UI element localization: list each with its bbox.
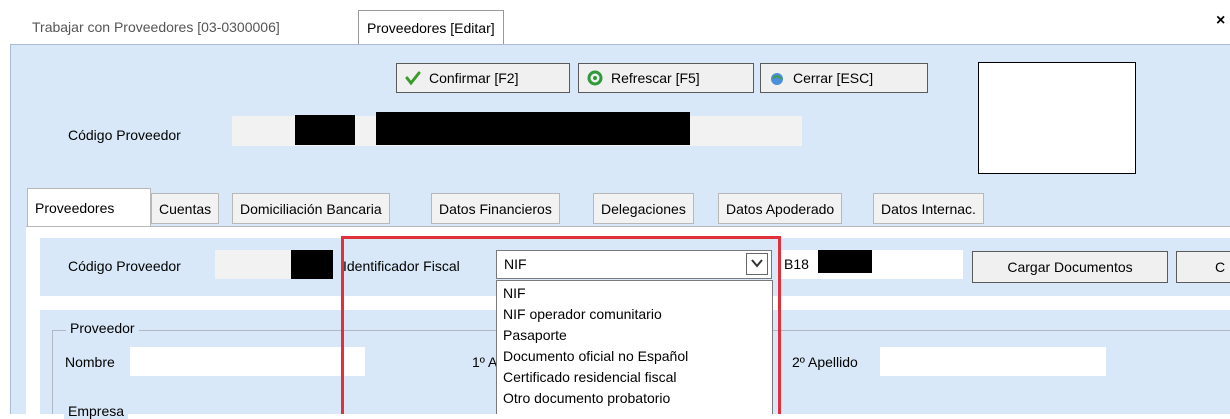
tab-trabajar-con-proveedores[interactable]: Trabajar con Proveedores [03-0300006] — [22, 10, 290, 44]
tab-delegaciones[interactable]: Delegaciones — [593, 193, 694, 224]
truncated-button[interactable]: C — [1176, 251, 1230, 283]
tab-datos-internac[interactable]: Datos Internac. — [873, 193, 984, 224]
redaction-block — [818, 250, 872, 273]
refresh-button[interactable]: Refrescar [F5] — [578, 63, 754, 93]
refresh-icon — [587, 70, 603, 86]
close-icon[interactable]: × — [1216, 12, 1225, 30]
empresa-group-title: Empresa — [64, 403, 129, 419]
proveedor-group-title: Proveedor — [66, 320, 139, 336]
highlight-box — [341, 236, 781, 414]
redaction-block — [291, 250, 333, 279]
cargar-documentos-button[interactable]: Cargar Documentos — [972, 251, 1168, 283]
apellido2-input[interactable] — [880, 347, 1106, 376]
redaction-block — [376, 112, 690, 145]
codigo-proveedor-label: Código Proveedor — [68, 127, 181, 143]
tab-proveedores-editar[interactable]: Proveedores [Editar] — [358, 10, 504, 44]
tab-datos-financieros[interactable]: Datos Financieros — [431, 193, 560, 224]
photo-box[interactable] — [978, 62, 1136, 174]
close-button-label: Cerrar [ESC] — [793, 70, 874, 86]
tab-datos-apoderado[interactable]: Datos Apoderado — [718, 193, 843, 224]
tab-cuentas[interactable]: Cuentas — [151, 193, 220, 224]
checkmark-icon — [405, 71, 421, 86]
refresh-button-label: Refrescar [F5] — [611, 70, 700, 86]
close-button[interactable]: Cerrar [ESC] — [760, 63, 928, 93]
apellido2-label: 2º Apellido — [792, 354, 858, 370]
codigo-proveedor-label: Código Proveedor — [68, 258, 181, 274]
nif-value: B18 — [784, 256, 809, 272]
nombre-label: Nombre — [65, 354, 115, 370]
globe-exit-icon — [771, 72, 783, 85]
nombre-input[interactable] — [130, 347, 365, 376]
tab-proveedores[interactable]: Proveedores — [27, 188, 151, 226]
redaction-block — [295, 115, 355, 145]
tab-domiciliacion-bancaria[interactable]: Domiciliación Bancaria — [232, 193, 390, 224]
confirm-button-label: Confirmar [F2] — [429, 70, 519, 86]
confirm-button[interactable]: Confirmar [F2] — [396, 63, 570, 93]
